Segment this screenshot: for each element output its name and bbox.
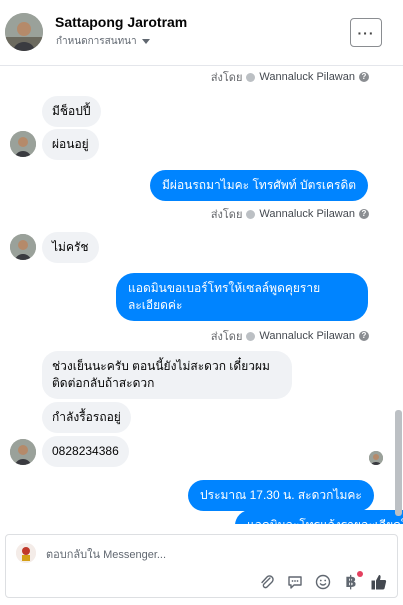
incoming-message[interactable]: ช่วงเย็นนะครับ ตอนนี้ยังไม่สะดวก เดี๋ยวผ… [42,351,292,399]
thumbs-up-icon[interactable] [370,573,388,591]
outgoing-message[interactable]: แอดมินขอเบอร์โทรให้เซลล์พูดคุยรายละเอียด… [116,273,368,321]
outgoing-message[interactable]: ประมาณ 17.30 น. สะดวกไมคะ [188,480,374,511]
incoming-message[interactable]: ไม่ครัช [42,232,99,263]
speech-bubble-icon[interactable] [286,573,304,591]
notification-dot [357,571,363,577]
incoming-message[interactable]: ผ่อนอยู่ [42,129,99,160]
payment-icon[interactable]: ฿ [342,571,363,591]
conversation-header: Sattapong Jarotram กำหนดการสนทนา ··· [0,0,403,66]
gear-icon [246,72,256,82]
incoming-message[interactable]: 0828234386 [42,436,129,467]
page-avatar [16,543,36,563]
reply-input[interactable] [44,543,348,567]
sent-by-line: ส่งโดย Wannaluck Pilawan ? [211,68,369,86]
sent-by-prefix: ส่งโดย [210,331,243,343]
conversation-schedule-label: กำหนดการสนทนา [56,36,137,47]
help-icon[interactable]: ? [359,209,369,219]
message-list[interactable]: ส่งโดย Wannaluck Pilawan ? มีช็อปปี้ ผ่อ… [0,66,403,524]
outgoing-message[interactable]: แอดมินจะโทรแจ้งรายละเอียดให้นะคะ [235,510,403,524]
sent-by-line: ส่งโดย Wannaluck Pilawan ? [211,327,369,345]
contact-avatar-small [10,131,36,157]
paperclip-icon[interactable] [258,573,276,591]
contact-avatar-small [10,234,36,260]
contact-name[interactable]: Sattapong Jarotram [55,14,187,30]
baht-label: ฿ [345,574,357,591]
help-icon[interactable]: ? [359,72,369,82]
contact-avatar-small [10,439,36,465]
sent-by-prefix: ส่งโดย [210,209,243,221]
outgoing-message[interactable]: มีผ่อนรถมาไมคะ โทรศัพท์ บัตรเครดิต [150,170,369,201]
incoming-message[interactable]: มีช็อปปี้ [42,96,101,127]
incoming-message[interactable]: กำลังรื้อรถอยู่ [42,402,131,433]
chevron-down-icon [141,39,150,44]
gear-icon [246,331,256,341]
conversation-schedule-dropdown[interactable]: กำหนดการสนทนา [56,34,150,49]
smiley-icon[interactable] [314,573,332,591]
more-options-button[interactable]: ··· [350,18,382,47]
sent-by-name: Wannaluck Pilawan [259,208,355,220]
gear-icon [246,209,256,219]
sent-by-prefix: ส่งโดย [210,72,243,84]
contact-avatar[interactable] [5,13,43,51]
help-icon[interactable]: ? [359,331,369,341]
reply-composer: ฿ [5,534,398,598]
sent-by-name: Wannaluck Pilawan [259,330,355,342]
sent-by-name: Wannaluck Pilawan [259,71,355,83]
sent-by-line: ส่งโดย Wannaluck Pilawan ? [211,205,369,223]
seen-avatar [369,451,383,465]
scrollbar-thumb[interactable] [395,410,402,516]
